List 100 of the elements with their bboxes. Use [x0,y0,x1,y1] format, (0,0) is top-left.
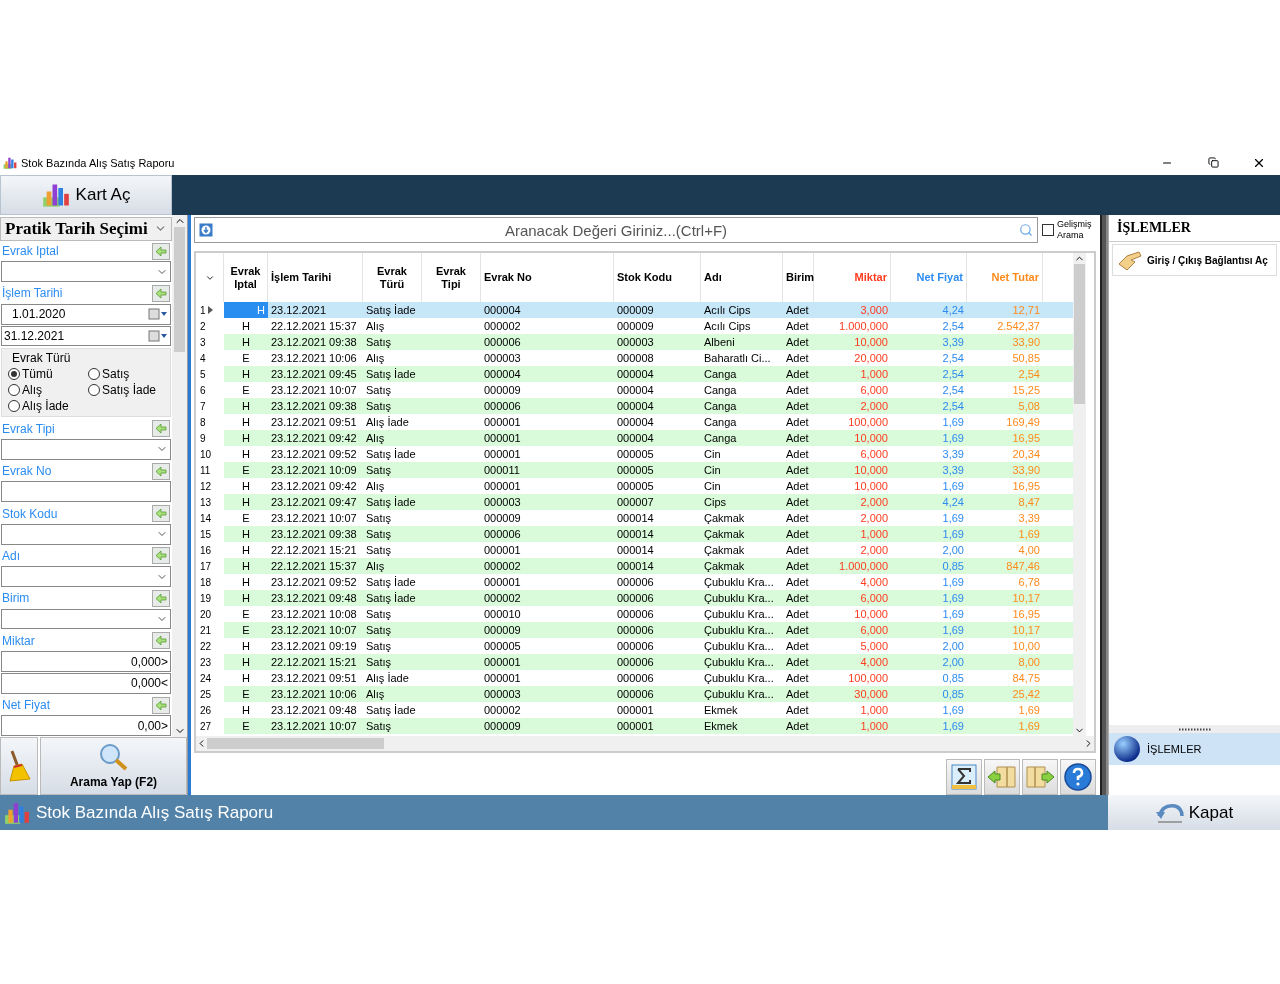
table-cell-text: 10,000 [853,335,889,350]
table-cell-text: 2,54 [1017,367,1041,382]
table-cell-text: 23.12.2021 09:51 [270,671,358,686]
table-row[interactable]: 7 H 23.12.2021 09:38 Satış 000006 000004 Canga Adet 2,000 2,54 5,08 [196,398,1073,414]
combo-field[interactable] [1,523,171,545]
combo-field[interactable] [1,566,171,588]
advanced-search-checkbox[interactable]: Gelişmiş Arama [1038,217,1096,243]
table-row[interactable]: 11 E 23.12.2021 10:09 Satış 000011 000005 Cin Adet 10,000 3,39 33,90 [196,462,1073,478]
arrow-icon [155,550,167,562]
clear-button[interactable] [0,737,38,795]
table-cell-text: 2,54 [941,351,965,366]
table-cell-text: 000004 [616,399,655,414]
field-label: Stok Kodu [2,506,58,521]
table-row[interactable]: 25 E 23.12.2021 10:06 Alış 000003 000006 Çubuklu Kra... Adet 30,000 0,85 25,42 [196,686,1073,702]
table-row[interactable]: 19 H 23.12.2021 09:48 Satış İade 000002 000006 Çubuklu Kra... Adet 6,000 1,69 10,17 [196,590,1073,606]
scrollbar[interactable] [172,215,187,737]
checkbox[interactable] [1042,224,1054,236]
sum-button[interactable] [946,759,982,795]
combo-field[interactable] [1,261,171,283]
apply-button[interactable] [152,632,170,650]
table-cell-text: Canga [703,367,738,382]
table-row[interactable]: 3 H 23.12.2021 09:38 Satış 000006 000003 Albeni Adet 10,000 3,39 33,90 [196,334,1073,350]
table-cell-text: 4,24 [941,303,965,318]
calendar-icon[interactable] [148,329,168,342]
table-row[interactable]: 15 H 23.12.2021 09:38 Satış 000006 000014 Çakmak Adet 1,000 1,69 1,69 [196,526,1073,542]
table-cell-text: Adet [785,399,810,414]
apply-button[interactable] [152,547,170,565]
apply-button[interactable] [152,505,170,522]
table-row[interactable]: 5 H 23.12.2021 09:45 Satış İade 000004 000004 Canga Adet 1,000 2,54 2,54 [196,366,1073,382]
table-cell-text: E [241,383,251,398]
table-row[interactable]: 1 H 23.12.2021 Satış İade 000004 000009 Acılı Cips Adet 3,000 4,24 12,71 [196,302,1073,318]
radio-button[interactable] [8,400,20,413]
row-number: 25 [196,686,224,702]
table-row[interactable]: 21 E 23.12.2021 10:07 Satış 000009 000006 Çubuklu Kra... Adet 6,000 1,69 10,17 [196,622,1073,638]
radio-option[interactable]: Alış [8,383,88,398]
radio-button[interactable] [8,384,20,397]
table-cell-text: 16,95 [1011,431,1041,446]
table-cell-text: 000005 [616,447,655,462]
radio-option[interactable]: Tümü [8,367,88,382]
table-cell-text: H [241,495,251,510]
table-row[interactable]: 17 H 22.12.2021 15:37 Alış 000002 000014 Çakmak Adet 1.000,000 0,85 847,46 [196,558,1073,574]
scrollbar-thumb[interactable] [174,227,185,352]
combo-field[interactable] [1,608,171,630]
group-item[interactable]: İŞLEMLER [1109,733,1280,765]
table-cell-text: 1,69 [941,623,965,638]
action-item[interactable]: Giriş / Çıkış Bağlantısı Aç [1112,244,1277,276]
table-row[interactable]: 23 H 22.12.2021 15:21 Satış 000001 000006 Çubuklu Kra... Adet 4,000 2,00 8,00 [196,654,1073,670]
table-cell-text: 2,00 [941,655,965,670]
splitter[interactable] [1100,215,1108,795]
row-number: 5 [196,366,224,382]
search-box[interactable]: Aranacak Değeri Giriniz...(Ctrl+F) [194,217,1038,243]
table-cell-text: Satış [365,655,393,670]
number-field[interactable]: 0,000> [1,651,171,672]
table-row[interactable]: 9 H 23.12.2021 09:42 Alış 000001 000004 Canga Adet 10,000 1,69 16,95 [196,430,1073,446]
help-icon [1063,762,1093,792]
table-cell-text: 000004 [616,431,655,446]
help-button[interactable] [1060,759,1096,795]
apply-button[interactable] [152,284,170,302]
radio-option[interactable]: Satış [88,367,168,382]
table-cell-text: 000008 [616,351,655,366]
calendar-icon[interactable] [148,308,168,321]
radio-button[interactable] [88,384,100,397]
apply-button[interactable] [152,696,170,714]
date-field[interactable]: 1.01.2020 [1,303,171,325]
table-cell-text: Adet [785,447,810,462]
apply-button[interactable] [152,420,170,438]
table-cell-text: 847,46 [1005,559,1041,574]
scrollbar-thumb[interactable] [1074,264,1085,404]
table-cell-text: 10,17 [1011,591,1041,606]
apply-button[interactable] [152,242,170,260]
open-card-button[interactable]: Kart Aç [0,175,172,215]
table-cell-text: Alış [365,351,386,366]
close-form-button[interactable]: Kapat [1108,795,1280,830]
table-cell-text: 16,95 [1011,607,1041,622]
table-row[interactable]: 27 E 23.12.2021 10:07 Satış 000009 000001 Ekmek Adet 1,000 1,69 1,69 [196,718,1073,734]
table-cell-text: 3,39 [1017,511,1041,526]
number-field[interactable]: 0,000< [1,672,171,694]
scrollbar[interactable] [1073,253,1086,736]
search-icon[interactable] [1019,223,1033,237]
arrow-icon [155,635,167,647]
table-cell-text: 000014 [616,559,655,574]
table-cell-text: Adet [785,351,810,366]
radio-option[interactable]: Alış İade [8,399,88,414]
date-field[interactable]: 31.12.2021 [1,325,171,347]
scrollbar[interactable] [196,736,1094,751]
radio-button[interactable] [8,368,20,381]
search-button[interactable]: Arama Yap (F2) [40,737,187,795]
table-cell-text: Çubuklu Kra... [703,687,775,702]
radio-option[interactable]: Satış İade [88,383,168,398]
table-row[interactable]: 13 H 23.12.2021 09:47 Satış İade 000003 000007 Cips Adet 2,000 4,24 8,47 [196,494,1073,510]
panel-header[interactable]: Pratik Tarih Seçimi [0,217,172,241]
table-cell-text: H [241,431,251,446]
radio-button[interactable] [88,368,100,381]
table-cell-text: 23.12.2021 10:07 [270,623,358,638]
apply-button[interactable] [152,589,170,607]
text-field[interactable] [1,481,171,503]
splitter-handle[interactable] [1109,725,1280,733]
apply-button[interactable] [152,462,170,480]
combo-field[interactable] [1,439,171,460]
number-field[interactable]: 0,00> [1,715,171,737]
